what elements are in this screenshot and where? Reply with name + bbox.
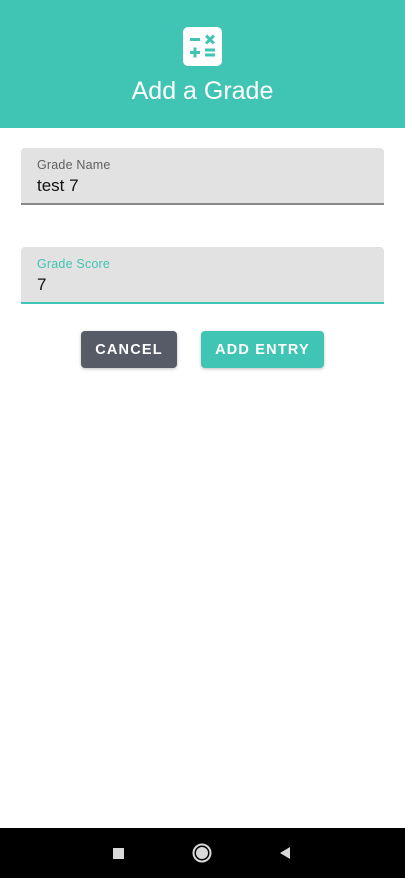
grade-score-label: Grade Score <box>37 257 111 271</box>
system-navigation-bar <box>0 828 405 878</box>
add-entry-button[interactable]: ADD ENTRY <box>201 331 324 368</box>
grade-score-field[interactable]: Grade Score 7 <box>21 247 384 304</box>
recents-square-icon[interactable] <box>107 842 129 864</box>
grade-score-input[interactable]: 7 <box>37 275 46 295</box>
cancel-button[interactable]: CANCEL <box>81 331 177 368</box>
home-circle-icon[interactable] <box>191 842 213 864</box>
app-header: Add a Grade <box>0 0 405 128</box>
back-triangle-icon[interactable] <box>274 842 296 864</box>
grade-name-field[interactable]: Grade Name test 7 <box>21 148 384 205</box>
add-grade-screen: Add a Grade Grade Name test 7 Grade Scor… <box>0 0 405 878</box>
calculator-icon <box>183 27 222 66</box>
grade-name-label: Grade Name <box>37 158 111 172</box>
page-title: Add a Grade <box>131 77 274 105</box>
grade-name-input[interactable]: test 7 <box>37 176 79 196</box>
